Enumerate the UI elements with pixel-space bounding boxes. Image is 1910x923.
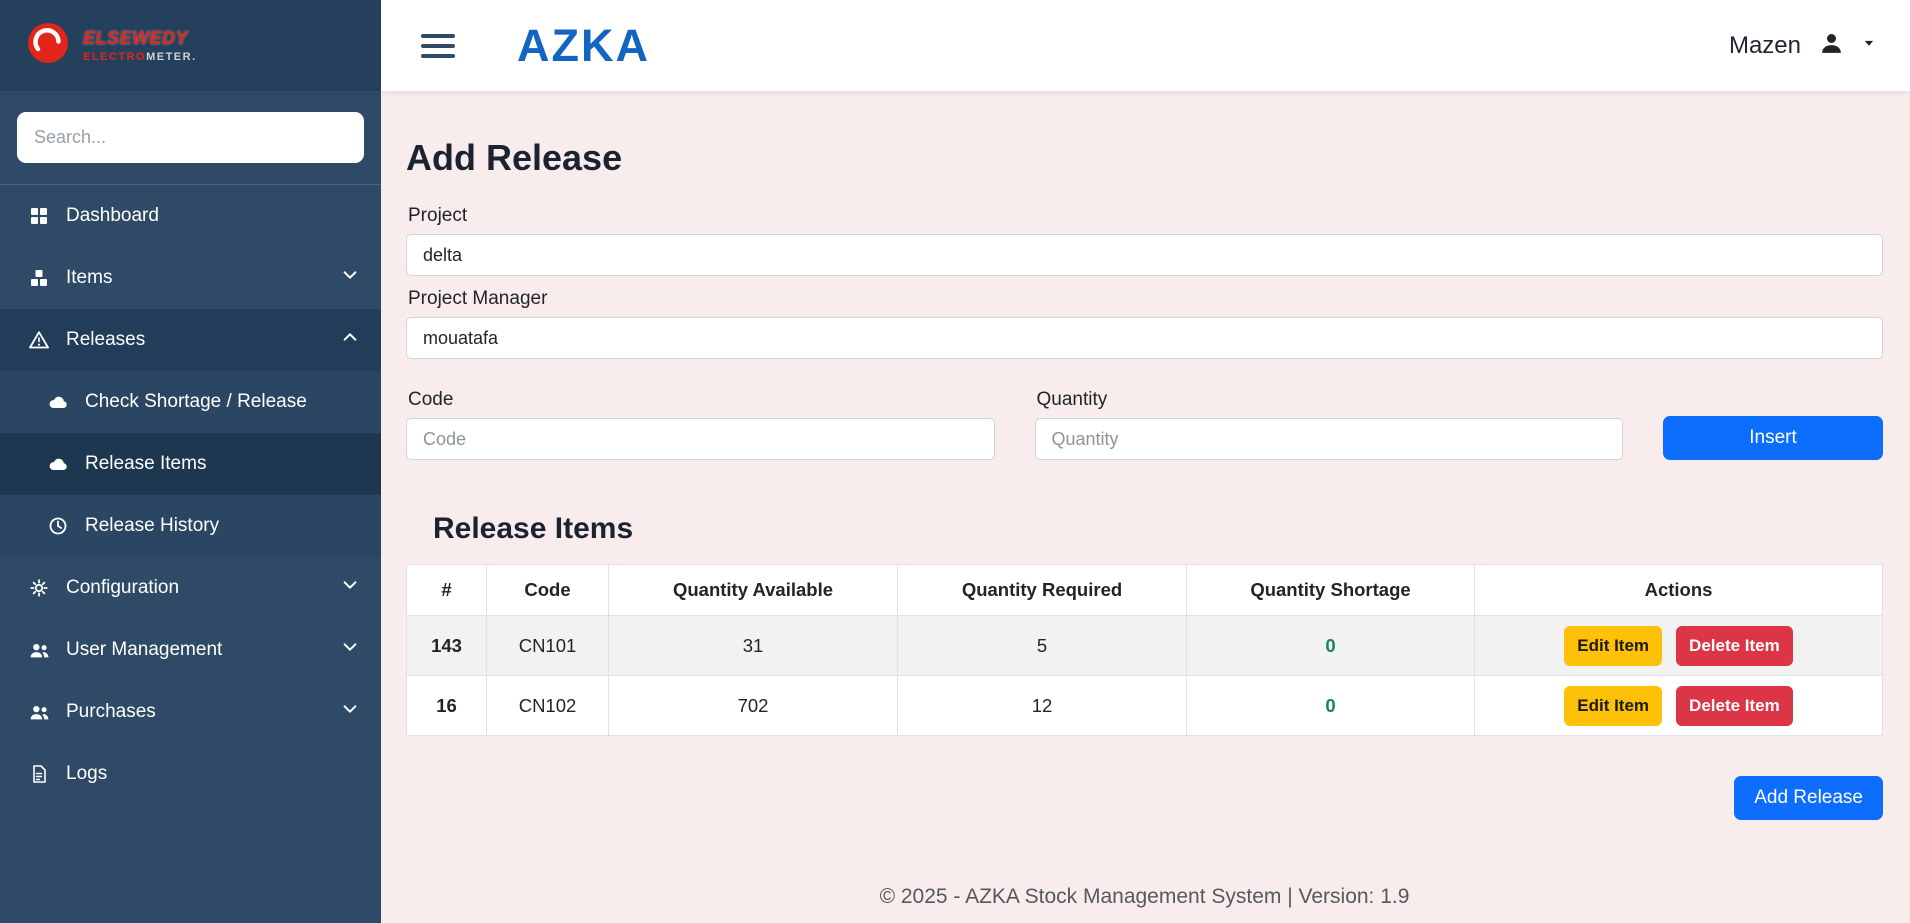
project-manager-field: Project Manager — [406, 288, 1883, 359]
sidebar-item-label: Logs — [66, 763, 108, 784]
col-header-required: Quantity Required — [897, 564, 1187, 616]
sidebar-item-label: User Management — [66, 639, 223, 660]
cloud-icon — [47, 391, 69, 413]
add-release-row: Add Release — [406, 776, 1883, 820]
code-field: Code — [406, 389, 995, 460]
sidebar-nav: Dashboard Items Releases Check Shortage … — [0, 185, 381, 805]
logo-line1: ELSEWEDY — [83, 28, 189, 48]
app-root: ELSEWEDY ELECTROMETER. Dashboard Items — [0, 0, 1910, 923]
topbar: AZKA Mazen — [381, 0, 1910, 91]
cell-id: 16 — [406, 675, 487, 736]
elsewedy-logo-icon — [26, 21, 70, 70]
sidebar-item-label: Check Shortage / Release — [85, 391, 307, 412]
file-icon — [28, 763, 50, 785]
user-menu[interactable]: Mazen — [1729, 31, 1876, 61]
user-name: Mazen — [1728, 31, 1801, 59]
cell-shortage: 0 — [1186, 675, 1475, 736]
cell-available: 31 — [608, 615, 898, 676]
brand-logo[interactable]: AZKA — [517, 20, 650, 72]
quantity-label: Quantity — [1036, 389, 1108, 410]
warning-triangle-icon — [28, 329, 50, 351]
users-icon — [28, 701, 50, 723]
chevron-down-icon — [341, 638, 359, 662]
project-manager-label: Project Manager — [408, 288, 548, 309]
hamburger-menu-icon[interactable] — [417, 30, 459, 62]
cell-actions: Edit Item Delete Item — [1474, 675, 1883, 736]
chevron-down-icon — [341, 700, 359, 724]
sidebar-item-label: Releases — [66, 329, 146, 350]
sidebar-item-label: Release Items — [85, 453, 207, 474]
release-items-table: # Code Quantity Available Quantity Requi… — [406, 564, 1883, 736]
sidebar: ELSEWEDY ELECTROMETER. Dashboard Items — [0, 0, 381, 923]
chevron-up-icon — [341, 328, 359, 352]
sidebar-item-releases[interactable]: Releases — [0, 309, 381, 371]
person-icon — [1819, 31, 1844, 61]
col-header-shortage: Quantity Shortage — [1186, 564, 1475, 616]
clock-icon — [47, 515, 69, 537]
add-release-button[interactable]: Add Release — [1734, 776, 1883, 820]
sidebar-item-purchases[interactable]: Purchases — [0, 681, 381, 743]
table-row: 143 CN101 31 5 0 Edit Item Delete Item — [406, 615, 1883, 676]
table-row: 16 CN102 702 12 0 Edit Item Delete Item — [406, 675, 1883, 736]
release-items-title: Release Items — [433, 512, 634, 545]
code-quantity-row: Code Quantity Insert — [406, 389, 1883, 460]
sidebar-item-release-history[interactable]: Release History — [0, 495, 381, 557]
cell-code: CN102 — [486, 675, 609, 736]
content-area: AZKA Mazen Add Release Project Project M… — [381, 0, 1910, 923]
code-input[interactable] — [406, 418, 995, 460]
sidebar-item-check-shortage-release[interactable]: Check Shortage / Release — [0, 371, 381, 433]
gear-icon — [28, 577, 50, 599]
code-label: Code — [408, 389, 454, 410]
cloud-icon — [47, 453, 69, 475]
sidebar-item-label: Items — [66, 267, 113, 288]
boxes-icon — [28, 267, 50, 289]
edit-item-button[interactable]: Edit Item — [1564, 625, 1663, 666]
project-label: Project — [408, 205, 468, 226]
col-header-code: Code — [486, 564, 609, 616]
project-manager-input[interactable] — [406, 317, 1883, 359]
cell-id: 143 — [406, 615, 487, 676]
project-field: Project — [406, 205, 1883, 276]
sidebar-item-label: Release History — [85, 515, 220, 536]
search-input[interactable] — [17, 112, 364, 163]
main-panel: Add Release Project Project Manager Code… — [381, 91, 1910, 923]
footer-text: © 2025 - AZKA Stock Management System | … — [879, 885, 1410, 908]
sidebar-item-user-management[interactable]: User Management — [0, 619, 381, 681]
cell-code: CN101 — [486, 615, 609, 676]
insert-button[interactable]: Insert — [1663, 416, 1883, 460]
sidebar-item-label: Purchases — [66, 701, 156, 722]
logo-line2: ELECTROMETER. — [83, 51, 197, 63]
users-icon — [28, 639, 50, 661]
sidebar-search — [0, 91, 381, 185]
col-header-index: # — [406, 564, 487, 616]
cell-required: 5 — [897, 615, 1187, 676]
project-input[interactable] — [406, 234, 1883, 276]
col-header-available: Quantity Available — [608, 564, 898, 616]
cell-shortage: 0 — [1186, 615, 1475, 676]
sidebar-item-items[interactable]: Items — [0, 247, 381, 309]
sidebar-item-release-items[interactable]: Release Items — [0, 433, 381, 495]
delete-item-button[interactable]: Delete Item — [1676, 685, 1793, 726]
sidebar-item-dashboard[interactable]: Dashboard — [0, 185, 381, 247]
logo-text: ELSEWEDY ELECTROMETER. — [83, 28, 197, 63]
chevron-down-icon — [341, 266, 359, 290]
quantity-field: Quantity — [1034, 389, 1623, 460]
page-title: Add Release — [406, 137, 623, 178]
sidebar-item-label: Configuration — [66, 577, 180, 598]
table-header-row: # Code Quantity Available Quantity Requi… — [406, 564, 1883, 616]
delete-item-button[interactable]: Delete Item — [1676, 625, 1793, 666]
grid-icon — [28, 205, 50, 227]
quantity-input[interactable] — [1034, 418, 1623, 460]
cell-available: 702 — [608, 675, 898, 736]
cell-actions: Edit Item Delete Item — [1474, 615, 1883, 676]
edit-item-button[interactable]: Edit Item — [1564, 685, 1663, 726]
chevron-down-icon — [341, 576, 359, 600]
sidebar-item-logs[interactable]: Logs — [0, 743, 381, 805]
caret-down-icon — [1862, 36, 1876, 55]
cell-required: 12 — [897, 675, 1187, 736]
col-header-actions: Actions — [1474, 564, 1883, 616]
sidebar-item-label: Dashboard — [66, 205, 159, 226]
sidebar-item-configuration[interactable]: Configuration — [0, 557, 381, 619]
company-logo[interactable]: ELSEWEDY ELECTROMETER. — [0, 0, 381, 91]
